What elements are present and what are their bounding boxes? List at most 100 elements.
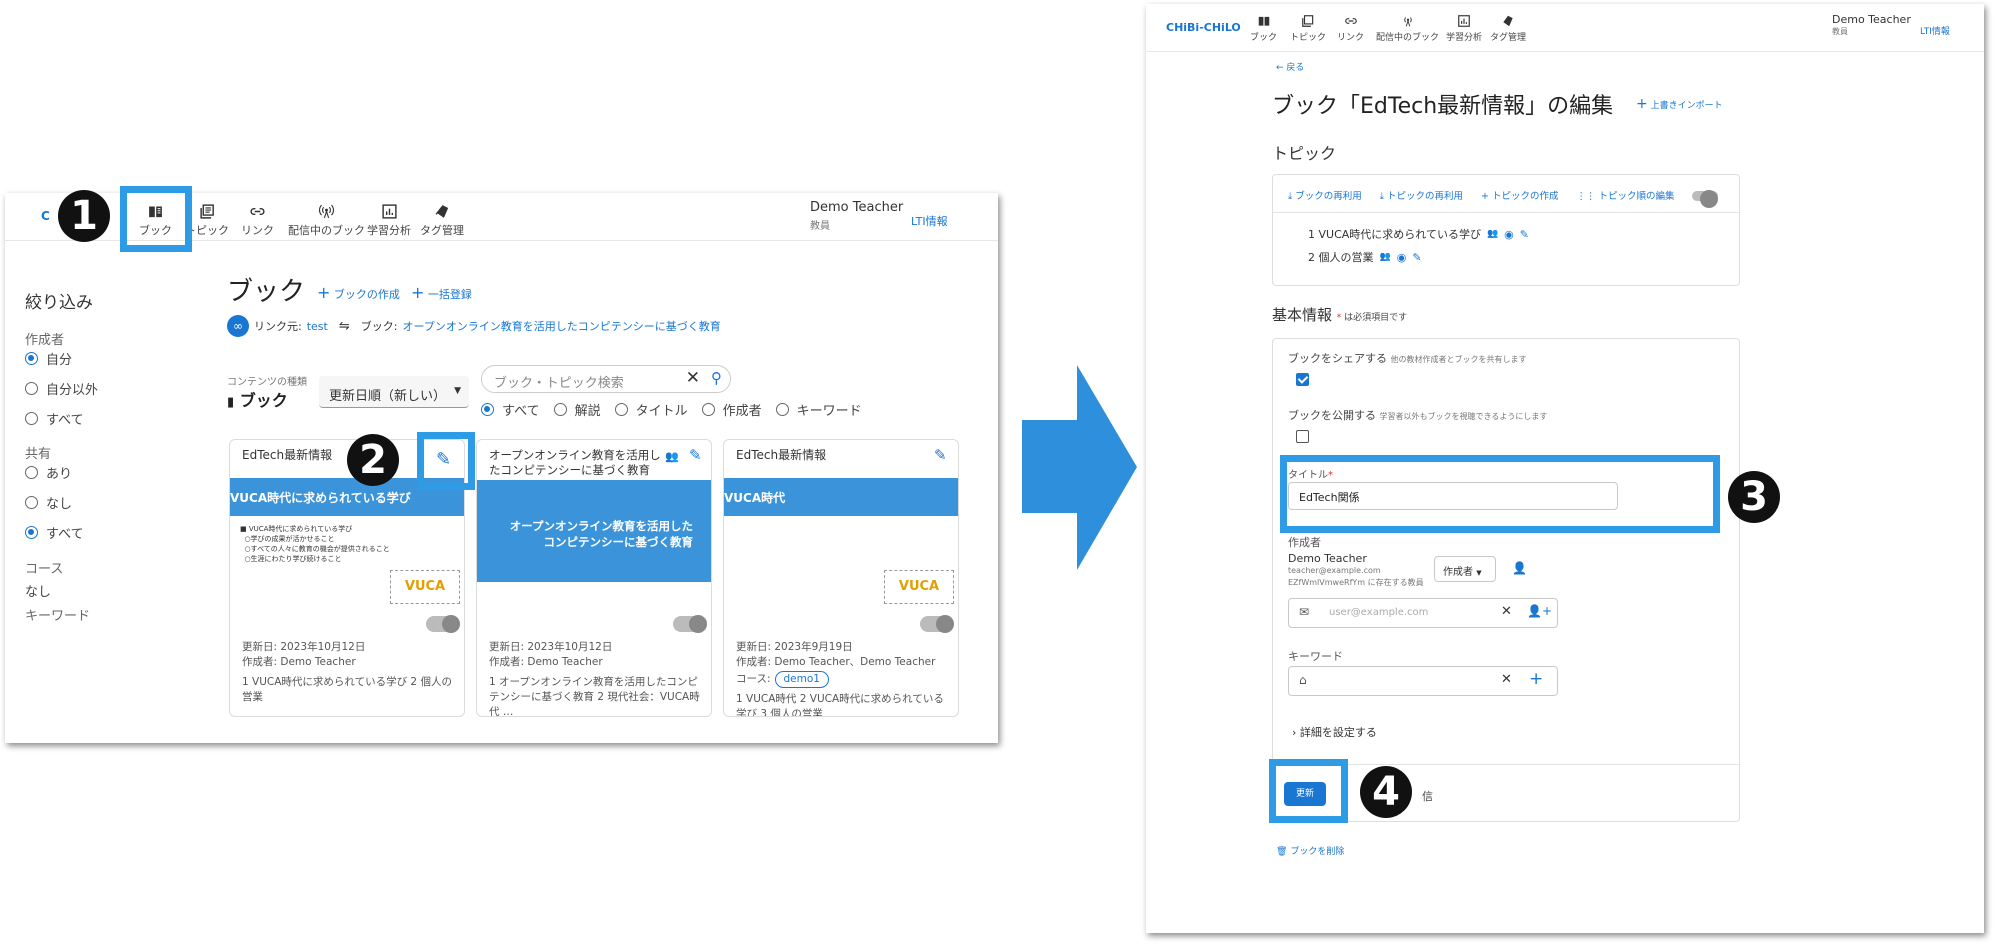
search-icon[interactable]: ⚲ [711,369,722,387]
nav-link[interactable]: リンク [241,203,274,238]
nav-broadcast[interactable]: 配信中のブック [1376,14,1439,43]
email-input[interactable]: ✉ user@example.com ✕ 👤+ [1288,598,1558,628]
radio-icon [481,403,494,416]
reuse-topic-button[interactable]: ⤓ トピックの再利用 [1380,188,1463,202]
scope-author[interactable]: 作成者 [701,400,762,419]
content-type-value: ▮ ブック [227,391,288,410]
edit-icon[interactable]: ✎ [436,449,451,470]
create-topic-button[interactable]: + トピックの作成 [1481,188,1559,202]
edit-icon[interactable]: ✎ [934,446,947,464]
add-person-icon[interactable]: 👤+ [1527,604,1552,618]
download-icon: ⤓ [1379,191,1384,202]
edit-icon[interactable]: ✎ [1520,228,1529,241]
reuse-book-button[interactable]: ⤓ ブックの再利用 [1288,188,1362,202]
import-button[interactable]: + 上書きインポート [1636,96,1723,112]
radio-icon [25,412,38,425]
highlight-title-field [1280,455,1720,533]
bulk-register-button[interactable]: + 一括登録 [411,283,472,302]
eye-icon[interactable]: ◉ [1397,251,1407,264]
book-icon [1258,16,1269,26]
keyword-input[interactable]: ⌂ ✕ + [1288,666,1558,696]
share-option-no[interactable]: なし [25,493,72,512]
analytics-icon [1458,15,1470,27]
plus-icon: + [1636,96,1648,112]
plus-icon: + [1481,191,1489,202]
scope-description[interactable]: 解説 [553,400,601,419]
share-toggle[interactable] [673,615,707,633]
nav-book[interactable]: ブック [1250,14,1277,43]
edit-order-button[interactable]: ⋮⋮ トピック順の編集 [1577,188,1675,202]
nav-broadcast[interactable]: 配信中のブック [288,203,365,238]
share-toggle[interactable] [920,615,954,633]
author-org: EZfWmlVmweRfYm に存在する教員 [1288,578,1424,587]
eye-icon[interactable]: ◉ [1504,228,1514,241]
book-card[interactable]: オープンオンライン教育を活用したコンピテンシーに基づく教育 👥 ✎ オープンオン… [476,439,712,717]
trash-icon: 🗑 [1276,847,1288,857]
course-chip[interactable]: demo1 [774,671,829,688]
card-title: EdTech最新情報 [736,448,827,462]
edit-icon[interactable]: ✎ [689,446,702,464]
scope-keyword[interactable]: キーワード [775,400,862,419]
delete-book-link[interactable]: 🗑 ブックを削除 [1276,844,1344,857]
lti-info-link[interactable]: LTI情報 [1920,24,1950,37]
nav-topic[interactable]: トピック [1290,14,1326,43]
link-source-value[interactable]: test [307,320,328,333]
nav-tags[interactable]: タグ管理 [1490,14,1526,43]
scope-title[interactable]: タイトル [614,400,688,419]
nav-analytics[interactable]: 学習分析 [367,203,411,238]
lti-info-link[interactable]: LTI情報 [911,213,948,229]
search-input[interactable]: ブック・トピック検索 ✕ ⚲ [481,365,731,393]
add-keyword-icon[interactable]: + [1529,669,1543,689]
clear-icon[interactable]: ✕ [1501,672,1512,687]
author-option-self[interactable]: 自分 [25,349,72,368]
basic-info-heading: 基本情報 * は必須項目です [1272,306,1408,324]
scope-all[interactable]: すべて [481,400,540,419]
share-toggle[interactable] [426,615,460,633]
card-author: 作成者: Demo Teacher、Demo Teacher [736,656,936,668]
plus-icon: + [317,283,331,302]
clear-icon[interactable]: ✕ [1501,604,1512,619]
author-option-all[interactable]: すべて [25,409,84,428]
page-heading: ブック「EdTech最新情報」の編集 [1272,94,1614,119]
remove-person-icon[interactable]: 👤 [1512,561,1527,575]
details-expander[interactable]: › 詳細を設定する [1292,724,1377,740]
share-option-all[interactable]: すべて [25,523,84,542]
share-option-yes[interactable]: あり [25,463,72,482]
edit-icon[interactable]: ✎ [1412,251,1421,264]
vuca-illustration: VUCA [390,570,460,604]
publish-label: ブックを公開する 学習者以外もブックを視聴できるようにします [1288,409,1548,422]
radio-icon [614,403,628,416]
topic-list-item[interactable]: 2 個人の営業 👥 ◉ ✎ [1308,249,1422,265]
sort-select[interactable]: 更新日順（新しい） ▼ [319,376,469,408]
radio-icon [25,352,38,365]
back-link[interactable]: ← 戻る [1276,60,1304,73]
topic-list-item[interactable]: 1 VUCA時代に求められている学び 👥 ◉ ✎ [1308,226,1529,242]
radio-icon [775,403,789,416]
linked-book-value[interactable]: オープンオンライン教育を活用したコンピテンシーに基づく教育 [402,318,720,334]
create-book-button[interactable]: + ブックの作成 [317,283,400,302]
card-topics: 1 オープンオンライン教育を活用したコンピテンシーに基づく教育 2 現代社会：V… [489,676,700,717]
app-logo[interactable]: C [41,209,50,223]
clear-icon[interactable]: ✕ [686,368,700,388]
order-edit-toggle[interactable] [1692,190,1718,208]
book-card[interactable]: EdTech最新情報 ✎ VUCA時代 VUCA 更新日: 2023年9月19日… [723,439,959,717]
tag-icon [435,205,448,218]
nav-tags[interactable]: タグ管理 [420,203,464,238]
highlight-book-nav [120,186,192,252]
radio-icon [25,382,38,395]
link-breadcrumb: ∞ リンク元: test ⇋ ブック: オープンオンライン教育を活用したコンピテ… [227,315,721,337]
publish-checkbox[interactable] [1296,430,1309,443]
mail-icon: ✉ [1299,605,1310,619]
nav-link[interactable]: リンク [1337,14,1364,43]
nav-analytics[interactable]: 学習分析 [1446,14,1482,43]
share-checkbox[interactable] [1296,373,1309,386]
broadcast-icon [319,204,334,219]
app-logo[interactable]: CHiBi-CHiLO [1166,21,1241,34]
user-name: Demo Teacher [810,200,904,215]
author-option-others[interactable]: 自分以外 [25,379,98,398]
dropdown-arrow-icon: ▼ [454,386,461,396]
page-title: ブック [227,277,306,307]
card-updated: 更新日: 2023年10月12日 [489,641,613,653]
author-role-select[interactable]: 作成者 ▼ [1434,556,1496,582]
card-topics: 1 VUCA時代 2 VUCA時代に求められている学び 3 個人の営業 [736,693,944,717]
